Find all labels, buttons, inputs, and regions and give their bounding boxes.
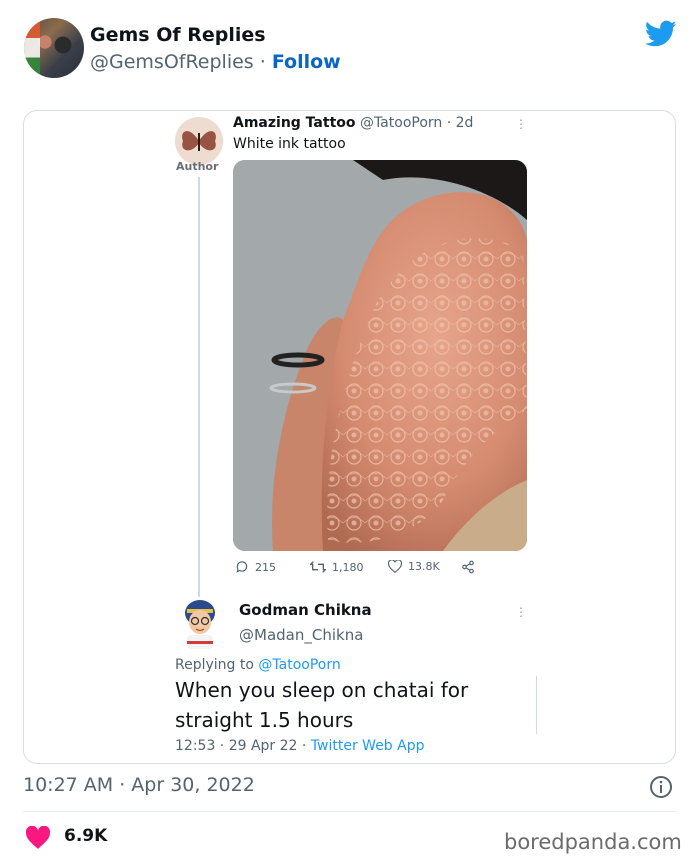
tweet2-source-app[interactable]: Twitter Web App [311,738,425,754]
share-icon [462,560,474,574]
retweet-stat[interactable]: 1,180 [310,560,364,574]
replying-prefix: Replying to [175,657,259,673]
tattoo-account-avatar[interactable] [175,117,223,165]
tweet1-author-name[interactable]: Amazing Tattoo [233,115,356,131]
bitmoji-avatar-icon[interactable] [183,599,217,649]
share-stat[interactable] [461,560,481,574]
tweet1-photo[interactable] [233,160,527,551]
reply-stat[interactable]: 215 [235,560,276,574]
embedded-screenshot: Author Amazing Tattoo @TatooPorn · 2d ⋮ … [23,110,676,764]
butterfly-icon [175,117,223,165]
handle-separator: · [253,51,272,73]
tweet2-author-name[interactable]: Godman Chikna [239,601,372,619]
avatar-flag-decoration [24,18,40,78]
like-count: 13.8K [408,560,440,573]
reply-divider [536,676,537,734]
tweet1-author-meta: @TatooPorn · 2d [355,115,474,131]
heart-icon[interactable] [25,826,51,850]
tweet1-text: White ink tattoo [233,136,346,152]
retweet-count: 1,180 [332,560,364,574]
tweet2-author-handle[interactable]: @Madan_Chikna [239,626,363,644]
footer-divider [23,811,677,812]
twitter-bird-icon[interactable] [645,20,677,48]
tweet-timestamp[interactable]: 10:27 AM · Apr 30, 2022 [23,774,255,796]
like-stat[interactable]: 13.8K [388,560,440,573]
replying-to-link[interactable]: @TatooPorn [258,657,340,673]
account-handle[interactable]: @GemsOfReplies [90,51,254,73]
info-icon[interactable] [649,775,673,799]
retweet-icon [310,561,326,573]
follow-button[interactable]: Follow [272,51,341,73]
reply-count: 215 [255,560,276,574]
tattoo-shoulder-image [233,160,527,551]
account-handle-row: @GemsOfReplies · Follow [90,51,341,73]
profile-avatar[interactable] [24,18,84,78]
tweet-card: Gems Of Replies @GemsOfReplies · Follow … [0,0,700,866]
likes-count[interactable]: 6.9K [64,826,107,846]
like-heart-outline-icon [388,560,402,573]
reply-icon [236,561,248,573]
replying-to-line: Replying to @TatooPorn [175,657,341,673]
account-name[interactable]: Gems Of Replies [90,24,266,46]
tweet2-more-menu-icon[interactable]: ⋮ [515,605,527,619]
boredpanda-watermark: boredpanda.com [504,830,682,854]
author-badge: Author [176,160,219,173]
tweet2-text: When you sleep on chatai for straight 1.… [175,678,469,732]
tweet2-time[interactable]: 12:53 · 29 Apr 22 · [175,738,311,754]
thread-connector-line [198,177,200,597]
tweet1-more-menu-icon[interactable]: ⋮ [515,117,527,131]
tweet1-author: Amazing Tattoo @TatooPorn · 2d [233,115,473,131]
tweet2-meta: 12:53 · 29 Apr 22 · Twitter Web App [175,738,425,754]
